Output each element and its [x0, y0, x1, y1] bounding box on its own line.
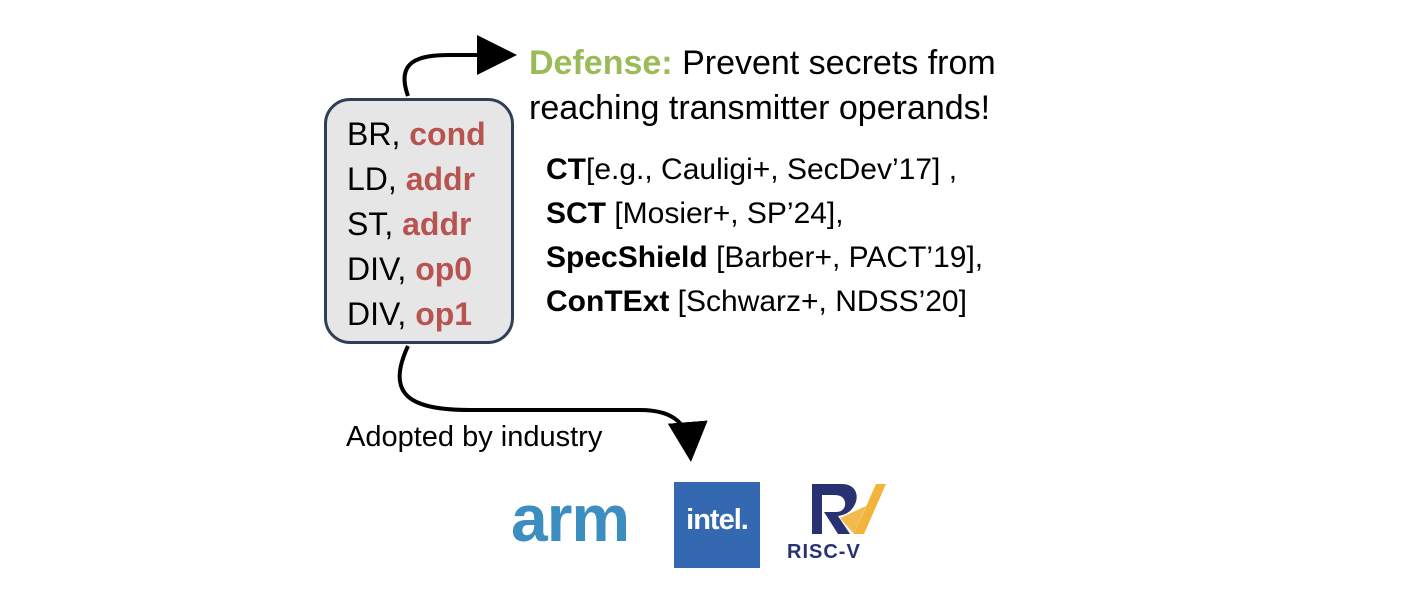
intel-logo: intel.	[674, 482, 760, 568]
arm-logo: arm	[511, 481, 630, 555]
instruction-operand: cond	[409, 116, 486, 152]
instruction-op: DIV,	[347, 296, 407, 332]
reference-cite: [e.g., Cauligi+, SecDev’17] ,	[586, 153, 958, 186]
instruction-operand: addr	[402, 206, 472, 242]
defense-text-2: reaching transmitter operands!	[529, 89, 991, 127]
reference-ct: CT[e.g., Cauligi+, SecDev’17] ,	[546, 152, 957, 188]
instruction-op: LD,	[347, 161, 397, 197]
instruction-op: BR,	[347, 116, 401, 152]
riscv-logo: RISC-V	[787, 484, 886, 563]
defense-line-2: reaching transmitter operands!	[529, 88, 990, 128]
arrow-to-defense	[402, 35, 517, 97]
instruction-operand: op1	[415, 296, 473, 332]
instruction-st: ST, addr	[347, 206, 471, 242]
reference-cite: [Barber+, PACT’19],	[716, 241, 984, 274]
reference-context: ConTExt [Schwarz+, NDSS’20]	[546, 284, 967, 320]
instruction-op: ST,	[347, 206, 394, 242]
instruction-br: BR, cond	[347, 116, 486, 152]
instruction-ld: LD, addr	[347, 161, 475, 197]
reference-cite: [Mosier+, SP’24],	[614, 197, 844, 230]
reference-cite: [Schwarz+, NDSS’20]	[677, 285, 967, 318]
reference-name: SpecShield	[546, 241, 708, 274]
instruction-op: DIV,	[347, 251, 407, 287]
reference-name: ConTExt	[546, 285, 670, 318]
instruction-operand: op0	[415, 251, 473, 287]
reference-specshield: SpecShield [Barber+, PACT’19],	[546, 240, 983, 276]
reference-name: SCT	[546, 197, 606, 230]
instruction-div-op1: DIV, op1	[347, 296, 472, 332]
defense-line-1: Defense: Prevent secrets from	[529, 43, 996, 83]
instruction-div-op0: DIV, op0	[347, 251, 472, 287]
intel-logo-text: intel.	[686, 504, 749, 536]
reference-name: CT	[546, 153, 586, 186]
riscv-mark-gold	[854, 484, 886, 534]
riscv-wordmark: RISC-V	[787, 541, 861, 563]
adoption-caption: Adopted by industry	[346, 421, 603, 453]
reference-sct: SCT [Mosier+, SP’24],	[546, 196, 844, 232]
defense-label: Defense:	[529, 44, 673, 82]
defense-text-1: Prevent secrets from	[682, 44, 996, 82]
instruction-operand: addr	[405, 161, 476, 197]
